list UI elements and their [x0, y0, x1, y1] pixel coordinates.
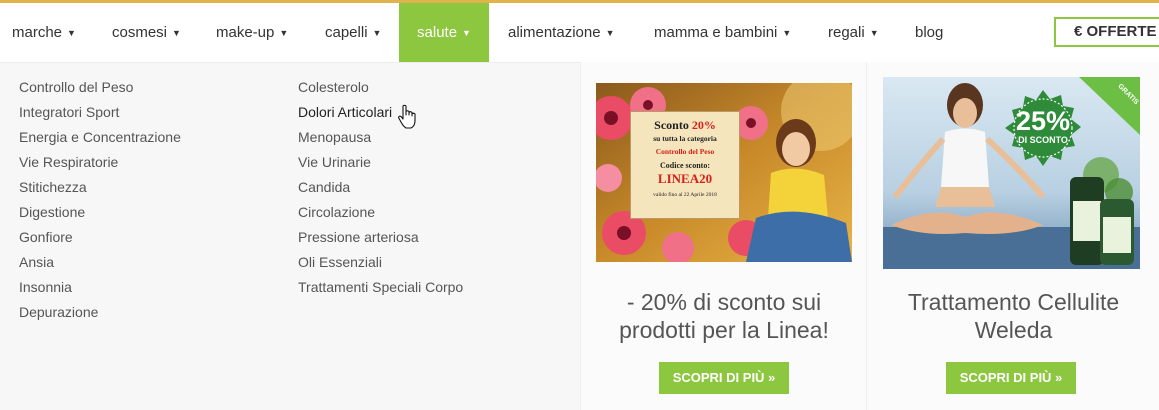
discount-badge: 25% DI SCONTO	[1005, 107, 1081, 145]
menu-link-controllo-del-peso[interactable]: Controllo del Peso	[19, 77, 181, 102]
nav-label: salute	[417, 24, 458, 41]
menu-link-vie-respiratorie[interactable]: Vie Respiratorie	[19, 152, 181, 177]
menu-link-pressione-arteriosa[interactable]: Pressione arteriosa	[298, 227, 463, 252]
promo-card-linea: Sconto 20% su tutta la categoria Control…	[580, 62, 867, 410]
nav-label: cosmesi	[112, 24, 168, 41]
promo-title-line: - 20% di sconto sui	[626, 289, 822, 315]
sign-percent: 20%	[691, 118, 716, 132]
promo-card-weleda: 25% DI SCONTO GRATIS Trattamento Celluli…	[866, 62, 1159, 410]
menu-link-trattamenti-speciali-corpo[interactable]: Trattamenti Speciali Corpo	[298, 277, 463, 302]
menu-link-colesterolo[interactable]: Colesterolo	[298, 77, 463, 102]
menu-link-stitichezza[interactable]: Stitichezza	[19, 177, 181, 202]
promo-banner-linea[interactable]: Sconto 20% su tutta la categoria Control…	[596, 83, 852, 262]
nav-item-salute[interactable]: salute ▼	[399, 3, 489, 62]
nav-label: alimentazione	[508, 24, 601, 41]
nav-item-regali[interactable]: regali ▼	[828, 3, 879, 62]
menu-column-1: Controllo del Peso Integratori Sport Ene…	[19, 77, 181, 327]
scopri-di-piu-button-linea[interactable]: SCOPRI DI PIÙ »	[659, 362, 789, 394]
nav-item-marche[interactable]: marche ▼	[12, 3, 76, 62]
nav-item-cosmesi[interactable]: cosmesi ▼	[112, 3, 181, 62]
promo-title-linea[interactable]: - 20% di sconto sui prodotti per la Line…	[581, 288, 867, 344]
caret-down-icon: ▼	[782, 28, 792, 38]
main-navigation: marche ▼ cosmesi ▼ make-up ▼ capelli ▼ salut…	[0, 3, 1159, 63]
menu-column-2: Colesterolo Dolori Articolari Menopausa …	[298, 77, 463, 302]
menu-link-dolori-articolari[interactable]: Dolori Articolari	[298, 102, 463, 127]
menu-link-vie-urinarie[interactable]: Vie Urinarie	[298, 152, 463, 177]
caret-down-icon: ▼	[279, 28, 289, 38]
caret-down-icon: ▼	[869, 28, 879, 38]
badge-text: DI SCONTO	[1018, 135, 1068, 145]
promo-title-line: prodotti per la Linea!	[619, 317, 829, 343]
offerte-button[interactable]: € OFFERTE	[1054, 17, 1159, 47]
nav-label: marche	[12, 24, 63, 41]
promo-title-line: Weleda	[974, 317, 1053, 343]
caret-down-icon: ▼	[462, 28, 471, 38]
sign-code: LINEA20	[657, 171, 713, 186]
promo-title-weleda[interactable]: Trattamento Cellulite Weleda	[867, 288, 1159, 344]
nav-item-capelli[interactable]: capelli ▼	[325, 3, 381, 62]
nav-label: blog	[915, 24, 944, 41]
caret-down-icon: ▼	[605, 28, 615, 38]
promo-banner-weleda[interactable]: 25% DI SCONTO GRATIS	[883, 77, 1140, 269]
menu-link-menopausa[interactable]: Menopausa	[298, 127, 463, 152]
menu-link-oli-essenziali[interactable]: Oli Essenziali	[298, 252, 463, 277]
menu-link-depurazione[interactable]: Depurazione	[19, 302, 181, 327]
nav-item-blog[interactable]: blog	[915, 3, 943, 62]
sign-text: su tutta la categoria	[653, 134, 717, 143]
menu-link-digestione[interactable]: Digestione	[19, 202, 181, 227]
promo-title-line: Trattamento Cellulite	[907, 289, 1120, 315]
caret-down-icon: ▼	[172, 28, 181, 38]
menu-link-circolazione[interactable]: Circolazione	[298, 202, 463, 227]
discount-sign: Sconto 20% su tutta la categoria Control…	[630, 111, 740, 219]
nav-label: mamma e bambini	[654, 24, 778, 41]
sign-text: Codice sconto:	[660, 161, 710, 170]
caret-down-icon: ▼	[67, 28, 76, 38]
sign-text: Sconto	[654, 118, 689, 132]
sign-text: Controllo del Peso	[655, 147, 715, 156]
menu-link-energia-e-concentrazione[interactable]: Energia e Concentrazione	[19, 127, 181, 152]
nav-item-alimentazione[interactable]: alimentazione ▼	[508, 3, 614, 62]
menu-link-integratori-sport[interactable]: Integratori Sport	[19, 102, 181, 127]
sign-text: valido fino al 22 Aprile 2018	[653, 192, 717, 198]
nav-label: capelli	[325, 24, 368, 41]
menu-link-insonnia[interactable]: Insonnia	[19, 277, 181, 302]
nav-label: regali	[828, 24, 865, 41]
nav-item-mamma-e-bambini[interactable]: mamma e bambini ▼	[654, 3, 791, 62]
nav-item-make-up[interactable]: make-up ▼	[216, 3, 288, 62]
caret-down-icon: ▼	[372, 28, 382, 38]
badge-percent: 25%	[1015, 106, 1071, 136]
menu-link-gonfiore[interactable]: Gonfiore	[19, 227, 181, 252]
scopri-di-piu-button-weleda[interactable]: SCOPRI DI PIÙ »	[946, 362, 1076, 394]
nav-label: make-up	[216, 24, 275, 41]
menu-link-candida[interactable]: Candida	[298, 177, 463, 202]
menu-link-ansia[interactable]: Ansia	[19, 252, 181, 277]
hand-pointer-icon	[397, 104, 416, 129]
